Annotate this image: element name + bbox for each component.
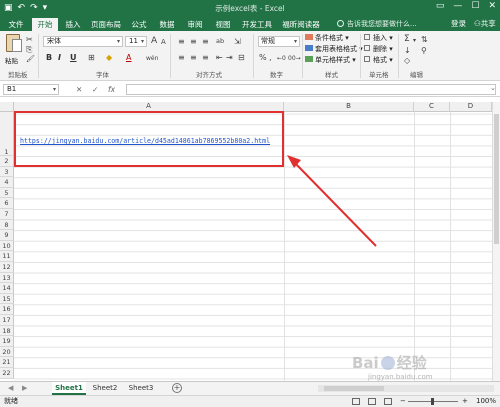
page-break-view-icon[interactable] xyxy=(384,398,392,405)
zoom-slider-knob[interactable] xyxy=(431,398,434,405)
zoom-in-icon[interactable]: + xyxy=(462,396,468,407)
page-layout-view-icon[interactable] xyxy=(368,398,376,405)
sheet-tab-sheet2[interactable]: Sheet2 xyxy=(88,382,122,395)
next-sheet-icon[interactable]: ▶ xyxy=(22,384,27,392)
view-buttons xyxy=(352,398,392,405)
watermark-text: Bai xyxy=(352,354,379,372)
vertical-scrollbar[interactable] xyxy=(492,102,500,381)
sheet-tab-sheet3[interactable]: Sheet3 xyxy=(124,382,158,395)
paw-icon xyxy=(380,356,395,370)
zoom-out-icon[interactable]: − xyxy=(400,396,406,407)
annotation-arrow xyxy=(287,155,377,247)
add-sheet-button[interactable]: + xyxy=(172,383,182,393)
status-bar: 就绪 − + 100% xyxy=(0,395,500,407)
scroll-thumb[interactable] xyxy=(494,114,499,244)
sheet-tab-sheet1[interactable]: Sheet1 xyxy=(52,382,86,395)
zoom-level[interactable]: 100% xyxy=(476,396,496,407)
status-ready: 就绪 xyxy=(4,397,18,405)
horizontal-scrollbar[interactable] xyxy=(318,385,494,392)
scroll-thumb[interactable] xyxy=(324,386,384,391)
arrow-shaft xyxy=(293,161,377,247)
prev-sheet-icon[interactable]: ◀ xyxy=(8,384,13,392)
watermark-text-2: 经验 xyxy=(396,354,427,372)
watermark-url: jingyan.baidu.com xyxy=(368,373,433,381)
sheet-tab-bar: ◀ ▶ Sheet1 Sheet2 Sheet3 + xyxy=(0,381,500,395)
normal-view-icon[interactable] xyxy=(352,398,360,405)
